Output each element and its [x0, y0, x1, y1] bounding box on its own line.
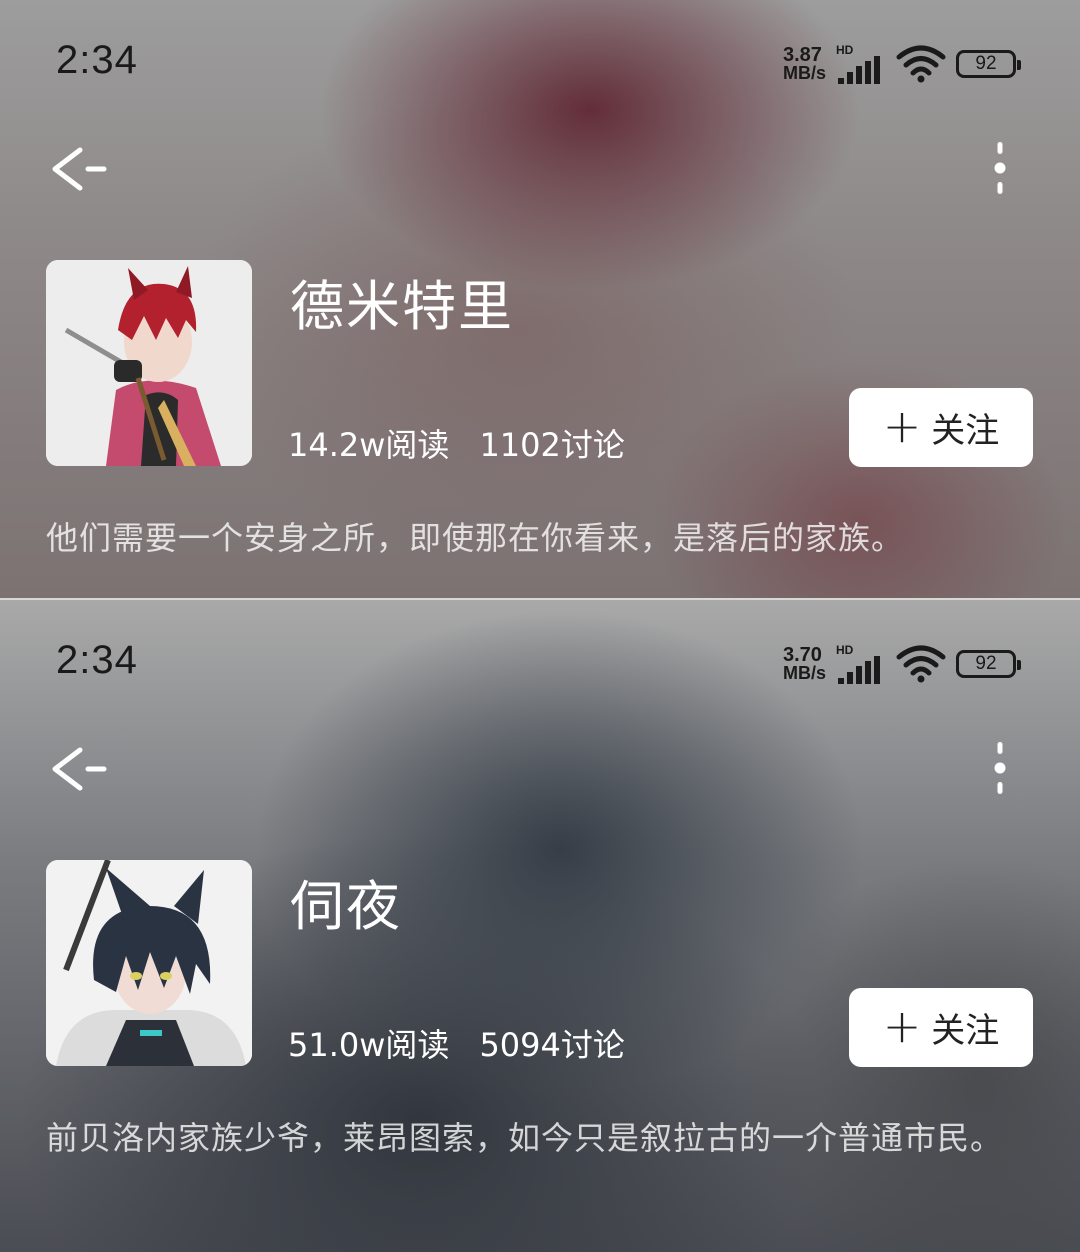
- signal-icon: [838, 656, 880, 684]
- follow-button[interactable]: + 关注: [849, 388, 1033, 467]
- network-speed-value: 3.70: [782, 644, 822, 666]
- discussion-count: 5094讨论: [479, 1026, 625, 1064]
- signal-group: HD: [836, 644, 886, 684]
- topic-title: 德米特里: [290, 275, 514, 338]
- avatar[interactable]: [46, 860, 252, 1066]
- battery-icon: 92: [956, 50, 1021, 78]
- follow-button-label: 关注: [931, 411, 1000, 451]
- network-type-label: HD: [836, 643, 854, 657]
- network-speed-value: 3.87: [782, 44, 822, 66]
- read-count: 14.2w阅读: [288, 426, 450, 464]
- status-bar: 3.87 MB/s HD 92: [782, 42, 1021, 86]
- network-speed: 3.87 MB/s: [782, 44, 826, 83]
- network-speed-unit: MB/s: [782, 63, 826, 83]
- battery-icon: 92: [956, 650, 1021, 678]
- network-type-label: HD: [836, 43, 854, 57]
- wifi-icon: [896, 45, 946, 83]
- status-bar: 3.70 MB/s HD 92: [782, 642, 1021, 686]
- signal-group: HD: [836, 44, 886, 84]
- signal-icon: [838, 56, 880, 84]
- status-time: 2:34: [56, 38, 138, 82]
- follow-button[interactable]: + 关注: [849, 988, 1033, 1067]
- topic-description: 他们需要一个安身之所，即使那在你看来，是落后的家族。: [46, 519, 905, 557]
- topic-title: 伺夜: [290, 875, 402, 938]
- topic-card-2: 2:34 3.70 MB/s HD 92 伺夜 51.0w阅读 5094讨论 +…: [0, 600, 1080, 1252]
- topic-card-1: 2:34 3.87 MB/s HD 92 德米特里 14.2w阅读 1102讨论…: [0, 0, 1080, 598]
- avatar[interactable]: [46, 260, 252, 466]
- plus-icon: +: [882, 398, 922, 453]
- network-speed-unit: MB/s: [782, 663, 826, 683]
- read-count: 51.0w阅读: [288, 1026, 450, 1064]
- status-time: 2:34: [56, 638, 138, 682]
- topic-stats: 51.0w阅读 5094讨论: [288, 1020, 625, 1066]
- back-arrow-icon[interactable]: [50, 745, 108, 793]
- discussion-count: 1102讨论: [479, 426, 625, 464]
- more-vertical-icon[interactable]: [990, 140, 1010, 196]
- topic-description: 前贝洛内家族少爷，莱昂图索，如今只是叙拉古的一介普通市民。: [46, 1119, 1004, 1157]
- plus-icon: +: [882, 998, 922, 1053]
- network-speed: 3.70 MB/s: [782, 644, 826, 683]
- topic-stats: 14.2w阅读 1102讨论: [288, 420, 625, 466]
- more-vertical-icon[interactable]: [990, 740, 1010, 796]
- wifi-icon: [896, 645, 946, 683]
- follow-button-label: 关注: [931, 1011, 1000, 1051]
- back-arrow-icon[interactable]: [50, 145, 108, 193]
